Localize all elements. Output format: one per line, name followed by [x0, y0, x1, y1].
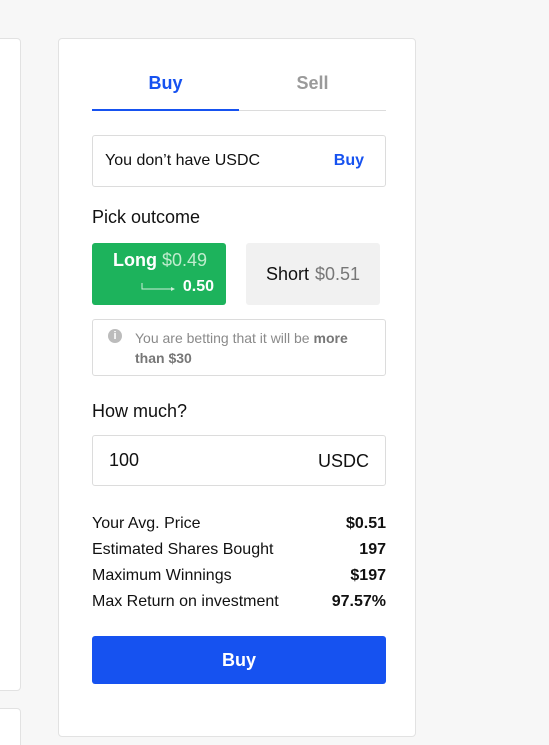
- amount-unit: USDC: [317, 451, 369, 471]
- stat-value: 97.57%: [331, 593, 386, 610]
- stat-avg-price: Your Avg. Price $0.51: [92, 513, 386, 539]
- bet-hint: i You are betting that it will be more t…: [92, 319, 386, 376]
- stat-label: Estimated Shares Bought: [92, 541, 274, 558]
- usdc-notice-text: You don’t have USDC: [105, 152, 261, 169]
- tab-sell[interactable]: Sell: [239, 69, 386, 110]
- trade-card: Buy Sell You don’t have USDC Buy Pick ou…: [58, 38, 416, 737]
- left-panel-lower: [0, 708, 21, 745]
- stat-label: Max Return on investment: [92, 593, 279, 610]
- buy-usdc-link[interactable]: Buy: [334, 152, 364, 170]
- long-price: $0.49: [162, 250, 208, 270]
- stat-value: 197: [359, 541, 386, 558]
- arrow-right-icon: [141, 283, 175, 291]
- short-label: Short: [265, 263, 309, 284]
- trade-tabs: Buy Sell: [92, 69, 386, 111]
- long-new-price-row: 0.50: [141, 278, 214, 296]
- buy-button[interactable]: Buy: [92, 636, 386, 684]
- hint-text: You are betting that it will be: [135, 330, 310, 346]
- stat-shares: Estimated Shares Bought 197: [92, 539, 386, 565]
- how-much-label: How much?: [92, 401, 188, 421]
- stat-label: Maximum Winnings: [92, 567, 232, 584]
- left-panel: [0, 38, 21, 691]
- stat-label: Your Avg. Price: [92, 515, 201, 532]
- stat-max-return: Max Return on investment 97.57%: [92, 591, 386, 617]
- stat-value: $197: [350, 567, 386, 584]
- trade-stats: Your Avg. Price $0.51 Estimated Shares B…: [92, 513, 386, 617]
- amount-input[interactable]: [109, 450, 299, 471]
- usdc-notice: You don’t have USDC Buy: [92, 135, 386, 187]
- amount-field[interactable]: USDC: [92, 435, 386, 486]
- stat-value: $0.51: [345, 515, 386, 532]
- short-price: $0.51: [314, 263, 361, 284]
- long-row: Long $0.49: [113, 250, 207, 271]
- long-new-price: 0.50: [182, 278, 214, 295]
- long-label: Long: [113, 250, 157, 270]
- outcome-long-button[interactable]: Long $0.49 0.50: [92, 243, 226, 305]
- pick-outcome-label: Pick outcome: [92, 207, 201, 227]
- outcome-short-button[interactable]: Short $0.51: [246, 243, 380, 305]
- stat-max-winnings: Maximum Winnings $197: [92, 565, 386, 591]
- tab-buy[interactable]: Buy: [92, 69, 239, 111]
- info-icon: i: [108, 329, 122, 343]
